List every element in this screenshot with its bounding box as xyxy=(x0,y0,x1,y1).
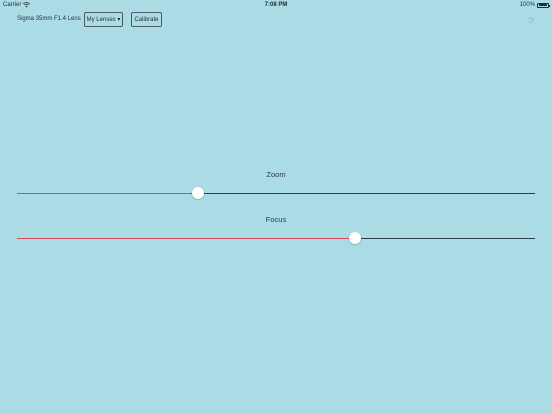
zoom-label: Zoom xyxy=(266,170,286,179)
battery-percent: 100% xyxy=(519,2,535,8)
activity-spinner-icon xyxy=(527,17,534,24)
focus-thumb[interactable] xyxy=(348,232,361,244)
zoom-fill xyxy=(17,192,199,194)
lens-name: Sigma 35mm F1.4 Lens xyxy=(17,16,81,22)
toolbar: Sigma 35mm F1.4 Lens My Lenses ▾ Calibra… xyxy=(0,12,552,27)
zoom-thumb[interactable] xyxy=(192,187,205,199)
focus-label: Focus xyxy=(265,215,287,224)
my-lenses-button[interactable]: My Lenses ▾ xyxy=(84,12,123,27)
focus-slider[interactable] xyxy=(17,232,535,244)
battery-fill xyxy=(538,4,548,6)
battery-icon xyxy=(537,2,550,8)
calibrate-button[interactable]: Calibrate xyxy=(131,12,162,27)
status-bar: Carrier 7:08 PM 100% xyxy=(0,0,552,10)
status-time: 7:08 PM xyxy=(264,2,288,8)
focus-fill xyxy=(17,237,355,239)
zoom-slider[interactable] xyxy=(17,187,535,199)
status-right: 100% xyxy=(519,0,550,10)
